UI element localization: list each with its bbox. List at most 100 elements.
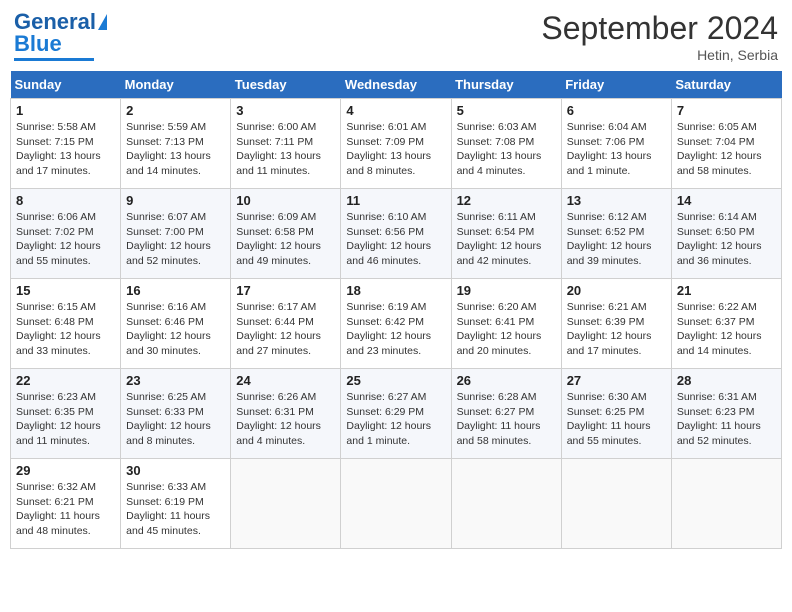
day-number: 30 xyxy=(126,463,225,478)
calendar-cell: 26 Sunrise: 6:28 AMSunset: 6:27 PMDayligh… xyxy=(451,369,561,459)
calendar-table: SundayMondayTuesdayWednesdayThursdayFrid… xyxy=(10,71,782,549)
calendar-cell: 15 Sunrise: 6:15 AMSunset: 6:48 PMDayligh… xyxy=(11,279,121,369)
day-number: 14 xyxy=(677,193,776,208)
day-info: Sunrise: 6:12 AMSunset: 6:52 PMDaylight:… xyxy=(567,210,666,269)
calendar-cell xyxy=(231,459,341,549)
calendar-cell: 21 Sunrise: 6:22 AMSunset: 6:37 PMDayligh… xyxy=(671,279,781,369)
day-info: Sunrise: 6:06 AMSunset: 7:02 PMDaylight:… xyxy=(16,210,115,269)
day-number: 23 xyxy=(126,373,225,388)
day-number: 18 xyxy=(346,283,445,298)
day-info: Sunrise: 6:00 AMSunset: 7:11 PMDaylight:… xyxy=(236,120,335,179)
day-info: Sunrise: 6:31 AMSunset: 6:23 PMDaylight:… xyxy=(677,390,776,449)
day-number: 24 xyxy=(236,373,335,388)
day-number: 29 xyxy=(16,463,115,478)
calendar-cell: 22 Sunrise: 6:23 AMSunset: 6:35 PMDayligh… xyxy=(11,369,121,459)
calendar-cell xyxy=(341,459,451,549)
day-number: 6 xyxy=(567,103,666,118)
calendar-cell xyxy=(561,459,671,549)
calendar-cell: 3Sunrise: 6:00 AMSunset: 7:11 PMDaylight… xyxy=(231,99,341,189)
day-info: Sunrise: 6:30 AMSunset: 6:25 PMDaylight:… xyxy=(567,390,666,449)
day-number: 5 xyxy=(457,103,556,118)
calendar-cell: 5 Sunrise: 6:03 AMSunset: 7:08 PMDaylight… xyxy=(451,99,561,189)
day-number: 8 xyxy=(16,193,115,208)
day-info: Sunrise: 6:33 AMSunset: 6:19 PMDaylight:… xyxy=(126,480,225,539)
day-number: 4 xyxy=(346,103,445,118)
calendar-cell: 14 Sunrise: 6:14 AMSunset: 6:50 PMDayligh… xyxy=(671,189,781,279)
page-header: General Blue September 2024 Hetin, Serbi… xyxy=(10,10,782,63)
calendar-cell: 28 Sunrise: 6:31 AMSunset: 6:23 PMDayligh… xyxy=(671,369,781,459)
day-number: 28 xyxy=(677,373,776,388)
calendar-cell: 23Sunrise: 6:25 AMSunset: 6:33 PMDayligh… xyxy=(121,369,231,459)
calendar-cell: 30 Sunrise: 6:33 AMSunset: 6:19 PMDayligh… xyxy=(121,459,231,549)
day-number: 27 xyxy=(567,373,666,388)
day-info: Sunrise: 6:03 AMSunset: 7:08 PMDaylight:… xyxy=(457,120,556,179)
day-number: 19 xyxy=(457,283,556,298)
day-info: Sunrise: 6:21 AMSunset: 6:39 PMDaylight:… xyxy=(567,300,666,359)
day-number: 11 xyxy=(346,193,445,208)
day-number: 17 xyxy=(236,283,335,298)
logo: General Blue xyxy=(14,10,107,61)
day-info: Sunrise: 6:16 AMSunset: 6:46 PMDaylight:… xyxy=(126,300,225,359)
day-info: Sunrise: 5:58 AMSunset: 7:15 PMDaylight:… xyxy=(16,120,115,179)
calendar-cell: 20 Sunrise: 6:21 AMSunset: 6:39 PMDayligh… xyxy=(561,279,671,369)
day-header-saturday: Saturday xyxy=(671,71,781,99)
calendar-cell: 25 Sunrise: 6:27 AMSunset: 6:29 PMDayligh… xyxy=(341,369,451,459)
day-number: 13 xyxy=(567,193,666,208)
day-info: Sunrise: 6:20 AMSunset: 6:41 PMDaylight:… xyxy=(457,300,556,359)
calendar-cell: 7 Sunrise: 6:05 AMSunset: 7:04 PMDaylight… xyxy=(671,99,781,189)
day-info: Sunrise: 6:27 AMSunset: 6:29 PMDaylight:… xyxy=(346,390,445,449)
day-number: 20 xyxy=(567,283,666,298)
day-info: Sunrise: 6:09 AMSunset: 6:58 PMDaylight:… xyxy=(236,210,335,269)
day-number: 2 xyxy=(126,103,225,118)
day-info: Sunrise: 6:11 AMSunset: 6:54 PMDaylight:… xyxy=(457,210,556,269)
calendar-cell: 18 Sunrise: 6:19 AMSunset: 6:42 PMDayligh… xyxy=(341,279,451,369)
day-number: 12 xyxy=(457,193,556,208)
calendar-cell: 19 Sunrise: 6:20 AMSunset: 6:41 PMDayligh… xyxy=(451,279,561,369)
day-info: Sunrise: 6:19 AMSunset: 6:42 PMDaylight:… xyxy=(346,300,445,359)
logo-triangle-icon xyxy=(98,14,107,30)
day-number: 10 xyxy=(236,193,335,208)
calendar-cell xyxy=(451,459,561,549)
day-info: Sunrise: 6:22 AMSunset: 6:37 PMDaylight:… xyxy=(677,300,776,359)
calendar-cell: 13 Sunrise: 6:12 AMSunset: 6:52 PMDayligh… xyxy=(561,189,671,279)
calendar-cell: 24 Sunrise: 6:26 AMSunset: 6:31 PMDayligh… xyxy=(231,369,341,459)
location: Hetin, Serbia xyxy=(541,47,778,63)
day-header-friday: Friday xyxy=(561,71,671,99)
day-info: Sunrise: 6:26 AMSunset: 6:31 PMDaylight:… xyxy=(236,390,335,449)
day-header-thursday: Thursday xyxy=(451,71,561,99)
day-info: Sunrise: 6:07 AMSunset: 7:00 PMDaylight:… xyxy=(126,210,225,269)
day-number: 15 xyxy=(16,283,115,298)
calendar-cell: 10 Sunrise: 6:09 AMSunset: 6:58 PMDayligh… xyxy=(231,189,341,279)
calendar-cell: 12 Sunrise: 6:11 AMSunset: 6:54 PMDayligh… xyxy=(451,189,561,279)
day-info: Sunrise: 6:23 AMSunset: 6:35 PMDaylight:… xyxy=(16,390,115,449)
calendar-cell: 9Sunrise: 6:07 AMSunset: 7:00 PMDaylight… xyxy=(121,189,231,279)
calendar-cell: 2 Sunrise: 5:59 AMSunset: 7:13 PMDaylight… xyxy=(121,99,231,189)
day-header-wednesday: Wednesday xyxy=(341,71,451,99)
day-info: Sunrise: 6:04 AMSunset: 7:06 PMDaylight:… xyxy=(567,120,666,179)
day-info: Sunrise: 6:28 AMSunset: 6:27 PMDaylight:… xyxy=(457,390,556,449)
day-info: Sunrise: 5:59 AMSunset: 7:13 PMDaylight:… xyxy=(126,120,225,179)
logo-underline xyxy=(14,58,94,61)
day-header-sunday: Sunday xyxy=(11,71,121,99)
day-header-tuesday: Tuesday xyxy=(231,71,341,99)
calendar-cell: 17Sunrise: 6:17 AMSunset: 6:44 PMDayligh… xyxy=(231,279,341,369)
calendar-cell xyxy=(671,459,781,549)
logo-blue-text: Blue xyxy=(14,32,62,56)
day-info: Sunrise: 6:14 AMSunset: 6:50 PMDaylight:… xyxy=(677,210,776,269)
calendar-cell: 27 Sunrise: 6:30 AMSunset: 6:25 PMDayligh… xyxy=(561,369,671,459)
calendar-cell: 1 Sunrise: 5:58 AMSunset: 7:15 PMDaylight… xyxy=(11,99,121,189)
day-info: Sunrise: 6:05 AMSunset: 7:04 PMDaylight:… xyxy=(677,120,776,179)
day-number: 7 xyxy=(677,103,776,118)
day-number: 16 xyxy=(126,283,225,298)
day-number: 26 xyxy=(457,373,556,388)
day-number: 25 xyxy=(346,373,445,388)
day-number: 22 xyxy=(16,373,115,388)
day-number: 21 xyxy=(677,283,776,298)
calendar-cell: 4 Sunrise: 6:01 AMSunset: 7:09 PMDaylight… xyxy=(341,99,451,189)
calendar-cell: 11Sunrise: 6:10 AMSunset: 6:56 PMDayligh… xyxy=(341,189,451,279)
day-info: Sunrise: 6:15 AMSunset: 6:48 PMDaylight:… xyxy=(16,300,115,359)
calendar-cell: 8 Sunrise: 6:06 AMSunset: 7:02 PMDaylight… xyxy=(11,189,121,279)
day-number: 1 xyxy=(16,103,115,118)
day-info: Sunrise: 6:01 AMSunset: 7:09 PMDaylight:… xyxy=(346,120,445,179)
day-header-monday: Monday xyxy=(121,71,231,99)
